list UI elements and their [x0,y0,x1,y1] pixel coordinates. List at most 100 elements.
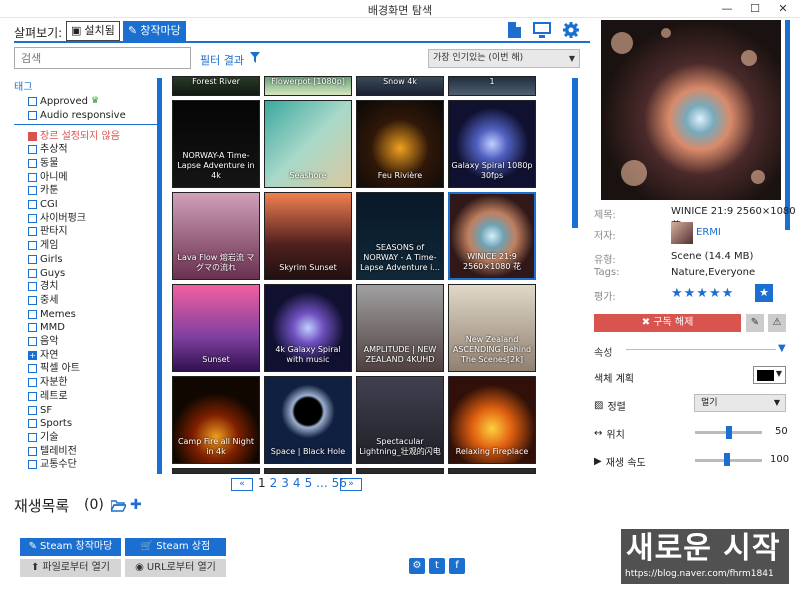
checkbox[interactable] [28,172,37,182]
wallpaper-tile[interactable]: Camp Fire all Night in 4k [172,376,260,464]
tag-checkbox-item[interactable]: 카툰 [28,184,58,198]
tag-checkbox-item[interactable]: 자분한 [28,376,68,390]
wallpaper-tile[interactable]: Wave Cinemagraph 1 [448,76,536,96]
tag-checkbox-item[interactable]: 판타지 [28,225,68,239]
wallpaper-tile[interactable]: Feu Rivière [356,100,444,188]
facebook-icon[interactable]: f [449,558,465,574]
checkbox[interactable] [28,378,37,388]
tag-checkbox-item[interactable]: 아니메 [28,170,68,184]
folder-open-icon[interactable] [111,500,126,512]
tag-checkbox-item[interactable]: 사이버펑크 [28,211,86,225]
search-input[interactable] [14,47,191,69]
chevron-down-icon[interactable]: ▼ [778,343,786,354]
author-link[interactable]: ERMI [696,227,721,238]
wallpaper-tile[interactable]: Sunset [172,284,260,372]
checkbox[interactable] [28,158,37,168]
wallpaper-tile[interactable]: New Zealand ASCENDING Behind The Scenes[… [448,284,536,372]
wallpaper-tile[interactable]: NORWAY-A Time-Lapse Adventure in 4k [172,100,260,188]
wallpaper-tile[interactable]: Relaxing Fireplace [448,376,536,464]
page-link[interactable]: 3 [281,476,289,490]
speed-slider-thumb[interactable] [724,453,730,466]
wallpaper-tile[interactable]: Spectacular Lightning_壮观的闪电 [356,376,444,464]
checkbox[interactable] [28,405,37,415]
wallpaper-tile[interactable]: Forest River [172,76,260,96]
wallpaper-tile[interactable] [172,468,260,474]
checkbox[interactable] [28,295,37,305]
checkbox[interactable] [28,110,37,120]
grid-scrollbar[interactable] [572,78,578,228]
filter-icon[interactable] [250,52,260,63]
twitter-icon[interactable]: t [429,558,445,574]
checkbox[interactable] [28,131,37,141]
tag-checkbox-item[interactable]: SF [28,403,52,417]
wallpaper-tile[interactable] [356,468,444,474]
checkbox[interactable] [28,145,37,155]
report-button[interactable]: ⚠ [768,314,786,332]
tag-checkbox-item[interactable]: 기술 [28,430,58,444]
tag-checkbox-item[interactable]: Audio responsive [28,108,126,122]
tag-checkbox-item[interactable]: 경치 [28,280,58,294]
steam-store-button[interactable]: 🛒 Steam 상점 [125,538,226,556]
checkbox[interactable] [28,186,37,196]
tag-checkbox-item[interactable]: + 자연 [28,348,58,362]
tag-checkbox-item[interactable]: 추상적 [28,143,68,157]
add-playlist-icon[interactable]: ✚ [130,497,142,513]
tag-checkbox-item[interactable]: Girls [28,252,63,266]
tag-checkbox-item[interactable]: Approved ♛ [28,94,99,108]
checkbox[interactable] [28,241,37,251]
position-slider-thumb[interactable] [726,426,732,439]
checkbox[interactable] [28,460,37,470]
wallpaper-tile[interactable] [448,468,536,474]
wallpaper-tile[interactable]: Flowerpot [1080p] [264,76,352,96]
checkbox[interactable] [28,200,37,209]
checkbox[interactable] [28,323,37,333]
open-file-button[interactable]: ⬆ 파일로부터 열기 [20,559,121,577]
page-link[interactable]: 2 [270,476,278,490]
tag-checkbox-item[interactable]: 픽셀 아트 [28,362,80,376]
checkbox[interactable] [28,254,37,264]
favorite-button[interactable]: ★ [755,284,773,302]
checkbox[interactable] [28,268,37,278]
tag-checkbox-item[interactable]: MMD [28,321,65,335]
page-link[interactable]: 4 [293,476,301,490]
open-url-button[interactable]: ◉ URL로부터 열기 [125,559,226,577]
filter-results-link[interactable]: 필터 결과 [200,52,244,68]
checkbox[interactable] [28,419,37,429]
checkbox[interactable] [28,446,37,456]
steam-workshop-button[interactable]: ✎ Steam 창작마당 [20,538,121,556]
tag-checkbox-item[interactable]: 장르 설정되지 않음 [28,129,120,143]
tag-checkbox-item[interactable]: 게임 [28,239,58,253]
minimize-button[interactable]: — [713,0,741,18]
tag-checkbox-item[interactable]: 교통수단 [28,458,77,472]
file-icon[interactable] [507,22,521,38]
wallpaper-tile[interactable]: Seashore [264,100,352,188]
checkbox[interactable] [28,391,37,401]
checkbox[interactable] [28,213,37,223]
sidebar-scrollbar[interactable] [157,78,162,474]
wallpaper-tile[interactable]: SEASONS of NORWAY - A Time-Lapse Adventu… [356,192,444,280]
checkbox[interactable] [28,337,37,346]
checkbox[interactable] [28,364,37,374]
prev-page-button[interactable]: « [231,478,253,491]
tag-checkbox-item[interactable]: CGI [28,198,58,212]
tab-installed[interactable]: ▣ 설치됨 [66,21,120,41]
wallpaper-tile[interactable]: AMPLITUDE | NEW ZEALAND 4KUHD [356,284,444,372]
tag-checkbox-item[interactable]: Sports [28,417,72,431]
checkbox[interactable] [28,309,37,319]
wallpaper-tile[interactable]: Space | Black Hole [264,376,352,464]
unsubscribe-button[interactable]: ✖ 구독 해제 [594,314,741,332]
checkbox[interactable] [28,227,37,237]
tag-checkbox-item[interactable]: Memes [28,307,76,321]
tag-checkbox-item[interactable]: Guys [28,266,65,280]
tab-workshop[interactable]: ✎ 창작마당 [123,21,186,41]
wallpaper-tile[interactable]: Galaxy Spiral 1080p 30fps [448,100,536,188]
wallpaper-tile[interactable]: WINICE 21:9 2560×1080 花 [448,192,536,280]
checkbox[interactable] [28,282,37,292]
checkbox[interactable] [28,432,37,442]
maximize-button[interactable]: ☐ [741,0,769,18]
gear-icon[interactable] [563,22,579,38]
wallpaper-tile[interactable] [264,468,352,474]
details-scrollbar[interactable] [785,20,790,230]
tag-checkbox-item[interactable]: 레트로 [28,389,68,403]
monitor-icon[interactable] [533,22,551,38]
